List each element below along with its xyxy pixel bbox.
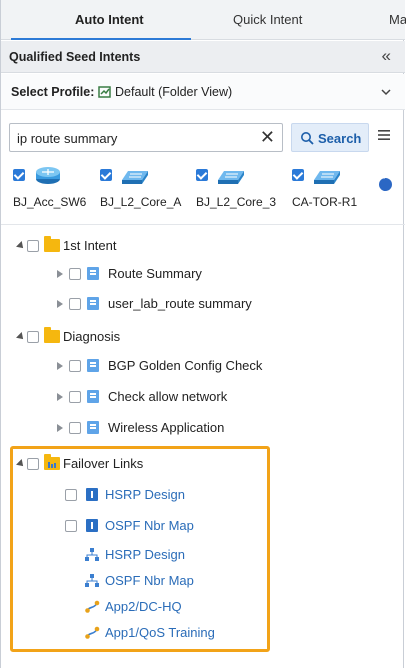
tree-item[interactable]: BGP Golden Config Check: [57, 357, 297, 377]
folder-icon: [44, 236, 60, 252]
item-label: Check allow network: [108, 389, 228, 404]
more-devices-icon[interactable]: [379, 176, 392, 191]
folder-label: 1st Intent: [63, 238, 117, 253]
expand-arrow-icon[interactable]: [57, 393, 63, 401]
expand-arrow-icon[interactable]: [57, 300, 63, 308]
search-icon: [301, 132, 314, 145]
device-checkbox[interactable]: [13, 169, 25, 181]
intent-panel: Auto Intent Quick Intent Ma Qualified Se…: [0, 0, 406, 668]
intent-icon: [86, 488, 98, 501]
tree-item[interactable]: user_lab_route summary: [57, 295, 297, 315]
tree-item[interactable]: Route Summary: [57, 265, 277, 285]
tree-folder-failover-links[interactable]: Failover Links: [15, 454, 255, 475]
item-checkbox[interactable]: [65, 489, 77, 501]
menu-icon[interactable]: [378, 129, 390, 141]
device-name: BJ_Acc_SW6: [13, 195, 87, 209]
device-checkbox[interactable]: [100, 169, 112, 181]
folder-chart-icon: [44, 454, 60, 470]
item-label: OSPF Nbr Map: [105, 518, 194, 533]
tab-bar: Auto Intent Quick Intent Ma: [1, 0, 406, 40]
expand-arrow-icon[interactable]: [16, 459, 26, 469]
search-input[interactable]: ip route summary ✕: [9, 123, 283, 152]
tree-item[interactable]: App1/QoS Training: [85, 624, 265, 644]
folder-label: Diagnosis: [63, 329, 121, 344]
tree-folder-diagnosis[interactable]: Diagnosis: [15, 327, 275, 348]
item-label: App2/DC-HQ: [105, 599, 182, 614]
item-checkbox[interactable]: [65, 520, 77, 532]
chevron-down-icon[interactable]: [381, 87, 391, 97]
path-icon: [85, 626, 100, 639]
device-item[interactable]: BJ_L2_Core_3: [196, 166, 288, 212]
map-icon: [85, 574, 99, 587]
item-label: user_lab_route summary: [108, 296, 252, 311]
tree-item[interactable]: HSRP Design: [65, 486, 265, 506]
switch-icon: [218, 171, 244, 184]
intent-icon: [86, 519, 98, 532]
tree-item[interactable]: Check allow network: [57, 388, 297, 408]
item-checkbox[interactable]: [69, 360, 81, 372]
search-button-label: Search: [318, 131, 362, 146]
item-label: Wireless Application: [108, 420, 225, 435]
device-name: BJ_L2_Core_A: [100, 195, 182, 209]
device-checkbox[interactable]: [196, 169, 208, 181]
item-checkbox[interactable]: [69, 422, 81, 434]
item-label: App1/QoS Training: [105, 625, 215, 640]
profile-icon: [98, 86, 111, 98]
expand-arrow-icon[interactable]: [57, 362, 63, 370]
folder-checkbox[interactable]: [27, 240, 39, 252]
item-checkbox[interactable]: [69, 268, 81, 280]
path-icon: [85, 600, 100, 613]
tab-quick-intent[interactable]: Quick Intent: [233, 12, 302, 27]
device-name: CA-TOR-R1: [292, 195, 358, 209]
expand-arrow-icon[interactable]: [16, 241, 26, 251]
intent-icon: [87, 421, 99, 434]
tree-item[interactable]: OSPF Nbr Map: [65, 517, 265, 537]
map-icon: [85, 548, 99, 561]
switch-icon: [122, 171, 148, 184]
search-button[interactable]: Search: [291, 123, 369, 152]
item-label: OSPF Nbr Map: [105, 573, 194, 588]
expand-arrow-icon[interactable]: [57, 270, 63, 278]
expand-arrow-icon[interactable]: [57, 424, 63, 432]
device-item[interactable]: BJ_Acc_SW6: [13, 166, 105, 212]
item-checkbox[interactable]: [69, 298, 81, 310]
folder-checkbox[interactable]: [27, 458, 39, 470]
search-input-value: ip route summary: [17, 131, 118, 146]
profile-label: Select Profile:: [11, 85, 95, 99]
intent-icon: [87, 390, 99, 403]
panel-header: Qualified Seed Intents «: [1, 41, 405, 73]
expand-arrow-icon[interactable]: [16, 332, 26, 342]
item-label: Route Summary: [108, 266, 202, 281]
intent-icon: [87, 297, 99, 310]
folder-checkbox[interactable]: [27, 331, 39, 343]
item-label: HSRP Design: [105, 487, 185, 502]
profile-value: Default (Folder View): [115, 85, 233, 99]
active-tab-indicator: [11, 38, 191, 40]
device-item[interactable]: CA-TOR-R1: [292, 166, 384, 212]
panel-title: Qualified Seed Intents: [9, 50, 141, 64]
intent-icon: [87, 359, 99, 372]
divider: [1, 224, 405, 225]
tree-item[interactable]: App2/DC-HQ: [85, 598, 265, 618]
intent-icon: [87, 267, 99, 280]
tree-item[interactable]: HSRP Design: [85, 546, 265, 566]
device-name: BJ_L2_Core_3: [196, 195, 277, 209]
folder-icon: [44, 327, 60, 343]
item-checkbox[interactable]: [69, 391, 81, 403]
tree-folder-1st-intent[interactable]: 1st Intent: [15, 236, 275, 257]
router-icon: [36, 167, 60, 184]
profile-selector[interactable]: Select Profile: Default (Folder View): [1, 74, 405, 110]
tab-auto-intent[interactable]: Auto Intent: [75, 12, 144, 27]
device-item[interactable]: BJ_L2_Core_A: [100, 166, 192, 212]
item-label: HSRP Design: [105, 547, 185, 562]
clear-search-icon[interactable]: ✕: [260, 127, 275, 148]
item-label: BGP Golden Config Check: [108, 358, 263, 373]
collapse-panel-icon[interactable]: «: [382, 46, 391, 66]
switch-icon: [314, 171, 340, 184]
tree-item[interactable]: Wireless Application: [57, 419, 297, 439]
tree-item[interactable]: OSPF Nbr Map: [85, 572, 265, 592]
device-checkbox[interactable]: [292, 169, 304, 181]
folder-label: Failover Links: [63, 456, 144, 471]
tab-map[interactable]: Ma: [389, 12, 406, 27]
